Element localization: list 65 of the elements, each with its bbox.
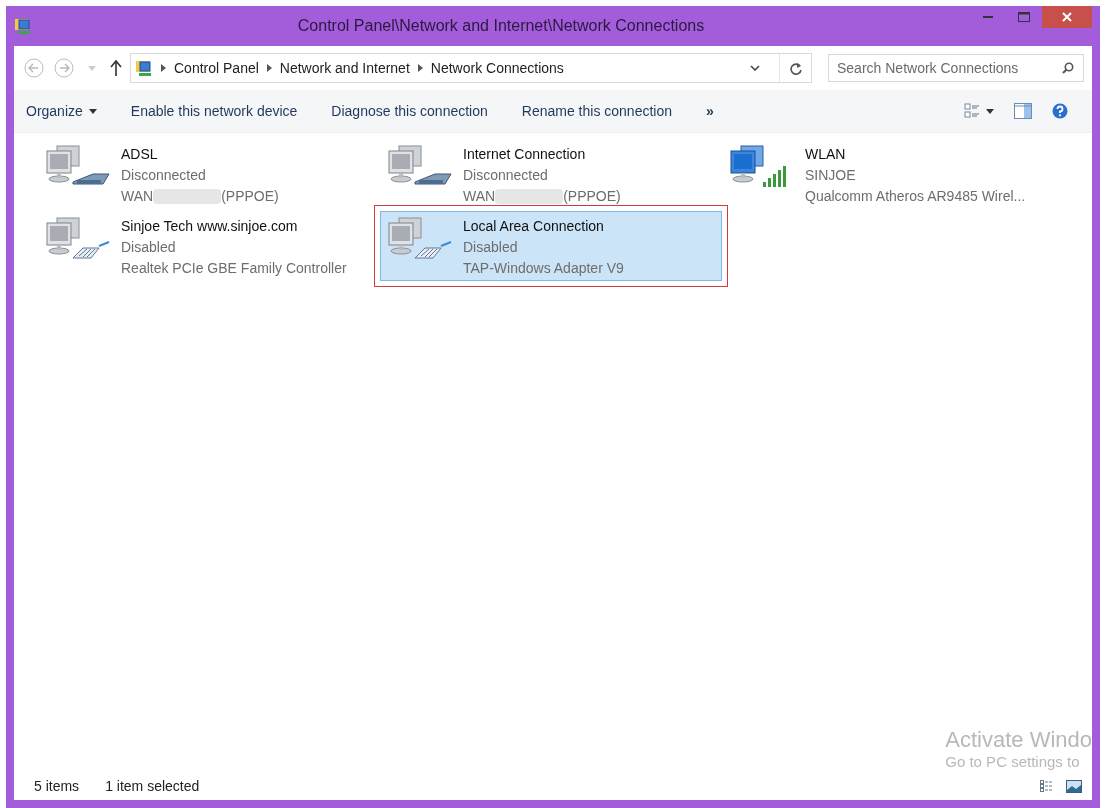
details-view-icon <box>964 103 980 119</box>
device-name: WAN <box>463 187 496 206</box>
device-name: WAN <box>121 187 154 206</box>
chevron-right-icon <box>161 64 166 72</box>
connection-name: Internet Connection <box>463 145 587 164</box>
connection-status: Disabled <box>121 238 177 257</box>
modem-computer-icon <box>385 144 455 188</box>
connection-status: Disabled <box>463 238 519 257</box>
search-icon <box>1062 62 1074 74</box>
close-button[interactable] <box>1042 6 1092 28</box>
connection-status: SINJOE <box>805 166 857 185</box>
chevron-right-icon <box>417 64 423 72</box>
status-text: 1 item selected <box>105 778 200 794</box>
status-text: 5 items <box>34 778 80 794</box>
search-field[interactable]: Search Network Connections <box>828 54 1084 82</box>
refresh-icon <box>789 61 802 75</box>
maximize-icon <box>1018 12 1030 22</box>
device-name: (PPPOE) <box>221 187 279 206</box>
large-icons-button[interactable] <box>1064 777 1084 795</box>
caret-icon <box>88 65 96 71</box>
activation-title: Activate Windo <box>945 727 1092 753</box>
address-bar[interactable]: Control Panel Network and Internet Network Connections <box>130 53 812 83</box>
picture-icon <box>1066 779 1082 793</box>
breadcrumb-link[interactable]: Control Panel <box>174 60 259 76</box>
connection-name: WLAN <box>805 145 847 164</box>
redacted-block <box>495 189 564 204</box>
connection-name: Local Area Connection <box>463 217 605 236</box>
up-button[interactable] <box>108 58 124 78</box>
organize-menu[interactable]: Organize <box>26 99 107 123</box>
device-name: Qualcomm Atheros AR9485 Wirel... <box>805 187 1026 206</box>
preview-pane-icon <box>1014 103 1032 119</box>
breadcrumb-link[interactable]: Network Connections <box>430 60 564 76</box>
connection-status: Disconnected <box>121 166 207 185</box>
device-name: Realtek PCIe GBE Family Controller <box>121 259 347 278</box>
network-folder-icon <box>135 59 153 77</box>
help-icon <box>1052 103 1068 119</box>
connection-name: ADSL <box>121 145 159 164</box>
more-commands-button[interactable]: » <box>696 99 724 123</box>
device-name: TAP-Windows Adapter V9 <box>463 259 624 278</box>
caret-icon <box>986 108 994 114</box>
command-button[interactable]: Diagnose this connection <box>321 99 498 123</box>
command-button[interactable]: Rename this connection <box>511 99 682 123</box>
minimize-icon <box>983 16 993 18</box>
connection-item[interactable]: WLAN SINJOE Qualcomm Atheros AR9485 Wirel... <box>722 139 1064 209</box>
back-button[interactable] <box>22 56 46 80</box>
connection-name: Sinjoe Tech www.sinjoe.com <box>121 217 299 236</box>
connection-item[interactable]: Internet Connection Disconnected WAN (PPPOE) <box>380 139 722 209</box>
network-folder-icon <box>14 17 32 35</box>
close-icon <box>1062 12 1072 22</box>
connection-item[interactable]: ADSL Disconnected WAN (PPPOE) <box>38 139 380 209</box>
caret-icon <box>88 108 97 114</box>
window-title: Control Panel\Network and Internet\Network Connections <box>296 17 706 35</box>
connection-status: Disconnected <box>463 166 549 185</box>
redacted-block <box>153 189 222 204</box>
forward-button[interactable] <box>52 56 76 80</box>
breadcrumb-link[interactable]: Network and Internet <box>279 60 410 76</box>
chevron-down-icon <box>750 65 760 71</box>
details-view-icon <box>1040 780 1054 792</box>
chevron-right-icon <box>266 64 272 72</box>
activation-text: Go to PC settings to <box>945 753 1081 770</box>
modem-computer-icon <box>43 144 113 188</box>
command-button[interactable]: Enable this network device <box>120 99 308 123</box>
device-name: (PPPOE) <box>563 187 621 206</box>
connection-item[interactable]: Sinjoe Tech www.sinjoe.com Disabled Realtek PCIe GBE Family Controller <box>38 211 380 281</box>
up-arrow-icon <box>110 60 122 76</box>
